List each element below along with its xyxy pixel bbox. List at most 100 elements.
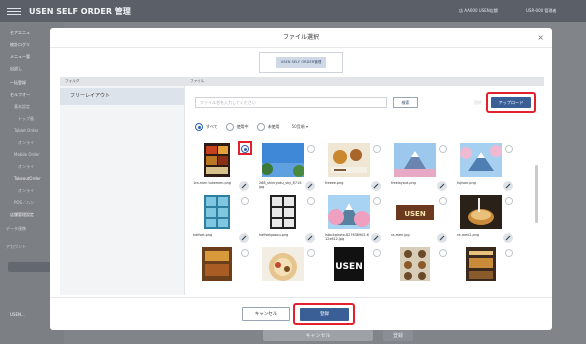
selected-file-highlight (238, 141, 252, 155)
edit-pencil-icon[interactable] (239, 181, 249, 191)
close-icon[interactable]: × (537, 33, 544, 42)
store-label[interactable]: 店 AA000 USEN店舗 (459, 8, 498, 14)
file-thumbnail[interactable]: USEN (328, 247, 370, 281)
file-thumbnail[interactable] (262, 143, 304, 177)
top-bar: USEN SELF ORDER 管理 店 AA000 USEN店舗 USR-00… (0, 0, 586, 22)
sidebar-item[interactable]: トップ画 (18, 116, 34, 122)
file-select-radio[interactable] (505, 145, 513, 153)
sidebar-item[interactable]: 出退し (10, 66, 22, 72)
file-name: freeee.png (325, 181, 344, 185)
edit-pencil-icon[interactable] (305, 233, 315, 243)
file-header: ファイル (185, 77, 544, 86)
background-register-button: 登録 (383, 329, 413, 341)
file-select-radio[interactable] (373, 249, 381, 257)
file-select-radio[interactable] (307, 145, 315, 153)
file-select-radio[interactable] (439, 197, 447, 205)
file-thumbnail[interactable] (328, 195, 370, 229)
folder-panel: フォルダ フリーレイアウト (60, 77, 184, 295)
file-grid: 1ra-men tukemen.png 268_shinryoku_sky_67… (193, 141, 533, 295)
file-thumbnail[interactable] (460, 143, 502, 177)
sidebar-item[interactable]: オンライ (18, 164, 34, 170)
account-label[interactable]: USR-000 管理者 (526, 8, 556, 14)
cancel-button[interactable]: キャンセル (242, 307, 290, 321)
edit-pencil-icon[interactable] (437, 181, 447, 191)
background-cancel-button: キャンセル (263, 329, 373, 341)
delete-button[interactable]: 削除 (468, 98, 488, 108)
sort-select[interactable]: 50音順 ▾ (292, 124, 308, 130)
sidebar-item: アカウント (6, 244, 26, 249)
sidebar-item[interactable]: 一括登録 (10, 80, 26, 86)
edit-pencil-icon[interactable] (239, 233, 249, 243)
filter-in-use-radio[interactable] (225, 123, 234, 131)
hamburger-menu-icon[interactable] (7, 7, 21, 15)
file-select-radio[interactable] (439, 249, 447, 257)
sidebar-item[interactable]: オンライ (18, 188, 34, 194)
sidebar-item[interactable]: Mobile Order (14, 152, 40, 157)
file-thumbnail[interactable] (460, 247, 502, 281)
edit-pencil-icon[interactable] (503, 233, 513, 243)
register-highlight: 登録 (293, 303, 355, 325)
file-name: 1ra-men tukemen.png (193, 181, 231, 185)
file-select-radio[interactable] (373, 197, 381, 205)
file-thumbnail[interactable] (196, 195, 238, 229)
file-list-scrollbar[interactable] (535, 165, 538, 223)
file-name: freelayout.png (391, 181, 416, 185)
file-thumbnail[interactable] (262, 195, 304, 229)
file-select-radio[interactable] (505, 249, 513, 257)
selected-tag[interactable]: USEN SELF ORDER管理 (275, 57, 327, 68)
edit-pencil-icon[interactable] (503, 181, 513, 191)
file-thumbnail[interactable] (460, 195, 502, 229)
filter-all-radio[interactable] (195, 123, 203, 131)
edit-pencil-icon[interactable] (305, 181, 315, 191)
file-name: fujisan.png (457, 181, 476, 185)
svg-text:USEN: USEN (404, 210, 426, 218)
svg-text:USEN: USEN (335, 262, 362, 272)
filter-row: すべて 使用中 未使用 50音順 ▾ (195, 122, 308, 132)
file-select-radio[interactable] (373, 145, 381, 153)
file-thumbnail[interactable] (196, 143, 238, 177)
file-thumbnail[interactable] (262, 247, 304, 281)
filter-unused-label: 未使用 (267, 124, 280, 129)
file-thumbnail[interactable] (328, 143, 370, 177)
sidebar-item[interactable]: TakeoutOrder (14, 176, 41, 181)
file-name: ra-men2.png (457, 233, 479, 237)
sidebar-item[interactable]: Tablet Order (14, 128, 39, 133)
file-thumbnail[interactable] (394, 143, 436, 177)
edit-pencil-icon[interactable] (437, 233, 447, 243)
sidebar-item[interactable]: セルフオー (10, 92, 30, 98)
file-name: 268_shinryoku_sky_6715.jpg (259, 181, 303, 189)
search-button[interactable]: 検索 (393, 97, 418, 108)
sort-select-value: 50音順 (291, 124, 305, 129)
chevron-down-icon: ▾ (305, 124, 308, 129)
sidebar-item[interactable]: 基本設定 (14, 104, 30, 110)
file-select-radio[interactable] (505, 197, 513, 205)
sidebar-item[interactable]: POS／ハン (14, 200, 34, 206)
selected-tag-box: USEN SELF ORDER管理 (259, 52, 343, 73)
edit-pencil-icon[interactable] (371, 233, 381, 243)
sidebar-item[interactable]: メニュー管 (10, 54, 30, 60)
modal-title: ファイル選択 (50, 28, 552, 48)
sidebar-item[interactable]: 統計ログリ (10, 42, 30, 48)
register-button[interactable]: 登録 (300, 308, 349, 321)
upload-button[interactable]: アップロード (491, 97, 531, 108)
file-panel: ファイル ファイル名を入力してください 検索 削除 アップロード すべて 使用中… (184, 77, 544, 295)
file-select-radio[interactable] (307, 197, 315, 205)
file-select-radio[interactable] (439, 145, 447, 153)
sidebar-item[interactable]: 店舗管理設定 (10, 212, 34, 218)
filter-unused-radio[interactable] (256, 123, 265, 131)
folder-item-free-layout[interactable]: フリーレイアウト (60, 88, 184, 105)
sidebar-item[interactable]: USEN... (10, 312, 25, 317)
sidebar-item[interactable]: セアエニュ (10, 30, 30, 36)
file-select-radio[interactable] (241, 249, 249, 257)
search-input[interactable]: ファイル名を入力してください (195, 97, 387, 108)
file-name: halfset.png (193, 233, 213, 237)
file-thumbnail[interactable] (394, 247, 436, 281)
edit-pencil-icon[interactable] (371, 181, 381, 191)
file-select-radio[interactable] (241, 197, 249, 205)
file-select-radio[interactable] (307, 249, 315, 257)
file-name: halfsetgazou.png (259, 233, 289, 237)
file-thumbnail[interactable]: USEN (394, 195, 436, 229)
app-brand: USEN SELF ORDER 管理 (29, 6, 131, 16)
sidebar-item[interactable]: オンライ (18, 140, 34, 146)
file-thumbnail[interactable] (196, 247, 238, 281)
